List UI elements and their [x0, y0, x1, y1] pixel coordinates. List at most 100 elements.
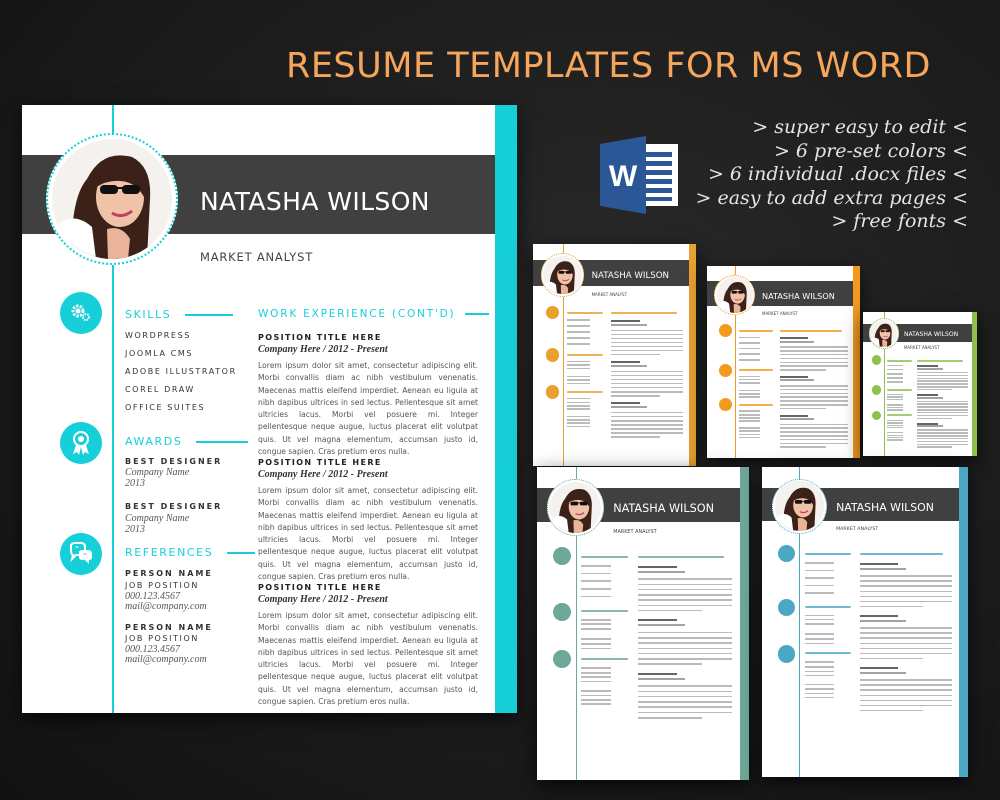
text-line	[581, 680, 612, 683]
job-company-line	[917, 396, 943, 399]
text-line	[581, 595, 612, 598]
job-company-line	[917, 425, 943, 428]
job-position-line	[860, 563, 898, 566]
section-heading-line	[804, 553, 851, 556]
speech-bubbles-icon	[871, 410, 882, 421]
text-line	[886, 434, 903, 437]
resume-name: NATASHA WILSON	[591, 271, 669, 281]
job-position-line	[638, 619, 677, 622]
text-line	[779, 438, 848, 441]
accent-bar	[958, 467, 968, 777]
text-line	[779, 350, 848, 352]
text-line	[917, 383, 968, 385]
text-line	[917, 386, 968, 388]
text-line	[638, 583, 733, 586]
section-heading-line	[804, 605, 851, 608]
text-line	[610, 353, 661, 356]
text-line	[917, 377, 968, 380]
text-line	[804, 614, 834, 617]
text-line	[779, 400, 848, 402]
text-line	[581, 694, 612, 697]
award-ribbon-icon	[871, 385, 882, 395]
text-line	[804, 633, 834, 635]
text-line	[610, 329, 684, 332]
resume-name: NATASHA WILSON	[200, 187, 430, 216]
text-line	[566, 343, 590, 345]
text-line	[566, 397, 590, 400]
accent-bar	[495, 105, 517, 713]
text-line	[860, 632, 952, 634]
references-heading: REFERENCES	[125, 546, 256, 559]
text-line	[738, 420, 761, 422]
text-line	[886, 409, 903, 411]
text-line	[860, 637, 952, 639]
text-line	[860, 580, 952, 582]
text-line	[610, 386, 684, 389]
resume-name: NATASHA WILSON	[762, 291, 835, 302]
award-ribbon-icon	[60, 422, 102, 464]
job-company-line	[638, 570, 686, 573]
accent-bar	[739, 467, 749, 780]
accent-bar	[688, 244, 696, 466]
text-line	[638, 588, 733, 591]
text-line	[738, 342, 761, 344]
section-heading-line	[581, 555, 629, 558]
text-line	[779, 427, 848, 429]
job-position-line	[779, 414, 808, 417]
text-line	[779, 361, 848, 364]
section-heading-line	[566, 312, 604, 315]
woman-portrait-image	[870, 320, 897, 347]
award-ribbon-icon	[777, 598, 796, 617]
profile-photo	[540, 253, 585, 297]
job-position-line	[638, 673, 677, 675]
profile-photo	[771, 478, 827, 534]
text-line	[860, 575, 952, 577]
text-line	[886, 422, 903, 424]
text-line	[886, 373, 903, 375]
text-line	[638, 599, 733, 601]
text-line	[738, 393, 761, 395]
text-line	[917, 380, 968, 382]
text-line	[738, 433, 761, 436]
profile-photo	[547, 478, 604, 536]
word-icon-letter: W	[609, 160, 638, 193]
reference-name: PERSON NAME	[125, 569, 213, 578]
award-company: Company Name	[125, 467, 190, 478]
text-line	[804, 562, 834, 564]
woman-portrait-image	[774, 481, 825, 531]
section-heading-line	[566, 390, 604, 393]
text-line	[886, 439, 903, 441]
job-position-line	[638, 565, 677, 568]
text-line	[779, 435, 848, 437]
text-line	[917, 406, 968, 408]
section-heading-line	[738, 329, 773, 332]
text-line	[566, 319, 590, 321]
text-line	[860, 689, 952, 691]
text-line	[804, 623, 834, 625]
resume-preview-green: NATASHA WILSON MARKET ANALYST	[863, 312, 977, 456]
text-line	[738, 430, 761, 432]
job-company-line	[860, 567, 906, 570]
text-line	[886, 398, 903, 401]
profile-photo	[46, 133, 178, 265]
text-line	[610, 436, 661, 438]
resume-preview-orange-2: NATASHA WILSON MARKET ANALYST	[707, 266, 860, 458]
text-line	[917, 374, 968, 377]
svg-text:“: “	[75, 545, 79, 554]
text-line	[738, 410, 761, 412]
text-line	[804, 661, 834, 663]
text-line	[581, 699, 612, 701]
text-line	[638, 658, 733, 660]
text-line	[610, 395, 661, 397]
text-line	[804, 577, 834, 579]
text-line	[610, 374, 684, 377]
section-heading-line	[566, 353, 604, 356]
job-position-line	[860, 667, 898, 670]
text-line	[860, 600, 952, 603]
section-heading-line	[917, 359, 964, 362]
text-line	[804, 670, 834, 672]
text-line	[610, 420, 684, 422]
profile-photo	[868, 318, 899, 349]
text-line	[566, 405, 590, 407]
text-line	[581, 643, 612, 645]
